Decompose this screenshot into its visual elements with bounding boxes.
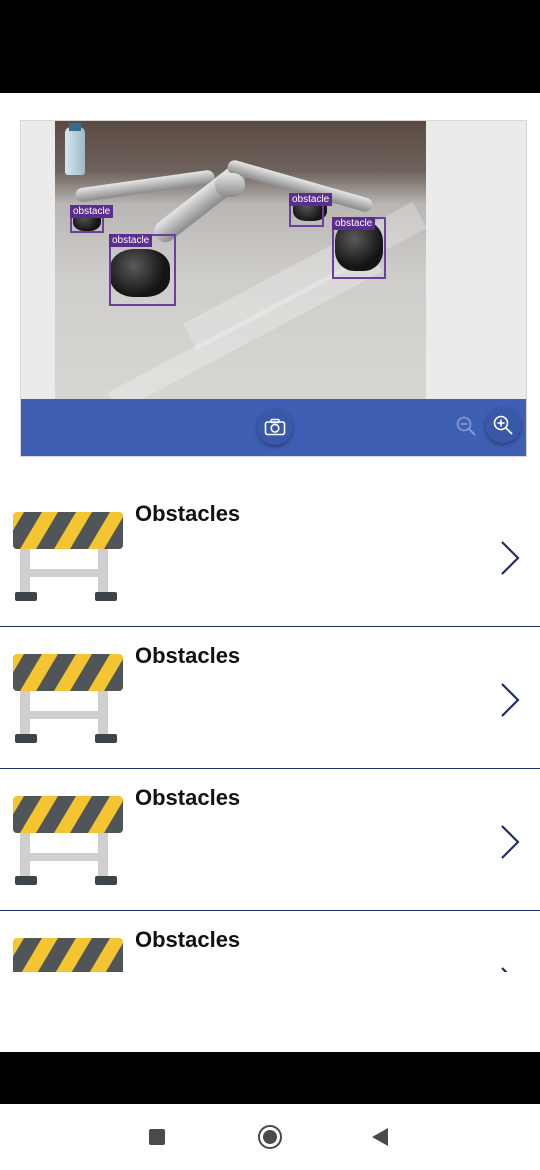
road-barrier-icon (13, 796, 123, 885)
road-barrier-icon (13, 938, 123, 972)
camera-icon (264, 418, 286, 436)
detection-label: obstacle (332, 217, 376, 230)
zoom-out-button[interactable] (453, 413, 479, 439)
camera-photo: obstacle obstacle obstacle obstacle (55, 121, 426, 399)
detection-box: obstacle (109, 234, 176, 306)
camera-toolbar (21, 399, 526, 456)
status-bar (0, 0, 540, 93)
system-bar-spacer (0, 1052, 540, 1104)
zoom-in-icon (493, 415, 513, 435)
list-item[interactable]: Obstacles (0, 627, 540, 769)
home-circle-icon[interactable] (258, 1125, 282, 1149)
blank-area (0, 972, 540, 1052)
zoom-in-button[interactable] (485, 407, 521, 443)
list-item[interactable]: Obstacles (0, 911, 540, 972)
list-item[interactable]: Obstacles (0, 769, 540, 911)
list-item-title: Obstacles (135, 501, 241, 526)
camera-preview-card: obstacle obstacle obstacle obstacle (20, 120, 527, 457)
detection-box: obstacle (332, 217, 386, 279)
list-item-title: Obstacles (135, 785, 241, 810)
obstacle-list: Obstacles Obstacles Obstacles Obstacles (0, 485, 540, 972)
detection-box: obstacle (70, 205, 114, 233)
list-item[interactable]: Obstacles (0, 485, 540, 627)
back-triangle-icon[interactable] (372, 1128, 388, 1146)
detection-label: obstacle (289, 193, 333, 206)
detection-label: obstacle (70, 205, 114, 218)
bottle-shape (65, 127, 85, 175)
system-navigation-bar (0, 1104, 540, 1170)
capture-button[interactable] (257, 409, 293, 445)
chevron-right-icon (501, 825, 520, 859)
detection-box: obstacle (289, 193, 333, 227)
detection-label: obstacle (109, 234, 153, 247)
road-barrier-icon (13, 512, 123, 601)
zoom-out-icon (456, 416, 476, 436)
chevron-right-icon (501, 967, 508, 972)
list-item-title: Obstacles (135, 643, 241, 668)
chevron-right-icon (501, 541, 520, 575)
chair-leg (215, 173, 245, 197)
list-item-title: Obstacles (135, 927, 241, 952)
square-icon[interactable] (149, 1129, 165, 1145)
chevron-right-icon (501, 683, 520, 717)
road-barrier-icon (13, 654, 123, 743)
